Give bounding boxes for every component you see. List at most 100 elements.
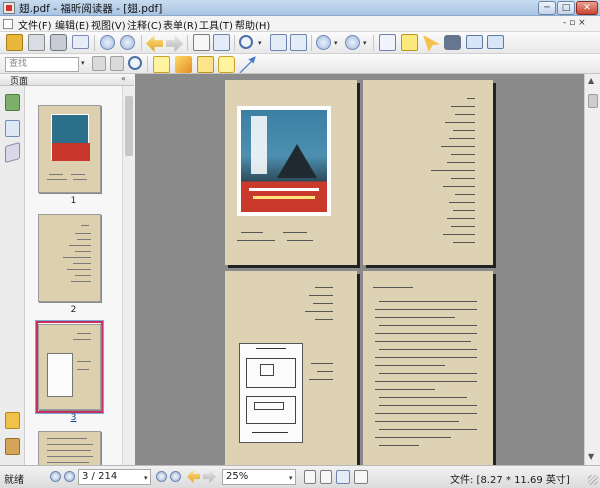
search-input[interactable]: 查找 [5, 57, 79, 72]
zoom-in-icon[interactable] [239, 35, 253, 49]
highlight-icon[interactable] [401, 34, 418, 51]
page-3[interactable] [225, 271, 357, 465]
prev-page-icon[interactable] [100, 35, 115, 50]
cover-frame [237, 106, 331, 216]
scrollbar-thumb[interactable] [588, 94, 598, 108]
status-bar: 就绪 3 / 214 ▾ 25% ▾ 文件: [8.27 * 11.69 英寸] [0, 465, 600, 488]
menu-help[interactable]: 帮助(H) [235, 17, 270, 32]
menu-view[interactable]: 视图(V) [91, 17, 126, 32]
pages-tab-icon[interactable] [5, 120, 20, 137]
toolbar-separator [311, 35, 312, 51]
edit-icon[interactable] [175, 56, 192, 73]
page-4[interactable] [363, 271, 493, 465]
page-dropdown[interactable]: ▾ [144, 474, 148, 482]
fit-page-icon[interactable] [290, 34, 307, 51]
continuous-facing-icon[interactable] [354, 470, 368, 484]
search-dropdown[interactable]: ▾ [81, 59, 85, 67]
forward-icon[interactable] [203, 470, 216, 483]
print-icon[interactable] [50, 34, 67, 51]
save-icon[interactable] [28, 34, 45, 51]
bookmark-tab-icon[interactable] [5, 94, 20, 111]
next-result-icon[interactable] [110, 56, 124, 71]
page-number-input[interactable]: 3 / 214 [78, 469, 151, 485]
email-icon[interactable] [72, 35, 89, 49]
prev-result-icon[interactable] [92, 56, 106, 71]
collapse-sidebar-button[interactable]: « [121, 74, 126, 83]
comments-tab-icon[interactable] [5, 412, 20, 429]
minimize-button[interactable]: ─ [538, 1, 556, 15]
back-icon[interactable] [187, 470, 200, 483]
menu-form[interactable]: 表单(R) [163, 17, 198, 32]
thumbnail-page-3[interactable] [38, 324, 101, 410]
attachments-tab-icon[interactable] [5, 438, 20, 455]
image-icon[interactable] [466, 35, 483, 49]
status-text: 就绪 [4, 475, 24, 486]
toolbar-separator [141, 35, 142, 51]
zoom-plus-icon[interactable] [345, 35, 360, 50]
resize-grip[interactable] [588, 475, 598, 485]
close-button[interactable]: ✕ [576, 1, 598, 15]
zoom-input[interactable]: 25% [222, 469, 296, 485]
continuous-icon[interactable] [320, 470, 332, 484]
first-page-icon[interactable] [50, 471, 61, 482]
page-2[interactable] [363, 80, 493, 265]
facing-icon[interactable] [336, 470, 350, 484]
page-1[interactable] [225, 80, 357, 265]
thumbnail-page-2[interactable] [38, 214, 101, 302]
thumbnail-page-4[interactable] [38, 431, 101, 465]
zoom-dropdown[interactable]: ▾ [289, 474, 293, 482]
document-icon [3, 19, 13, 29]
title-bar: 翅.pdf - 福昕阅读器 - [翅.pdf] ─ □ ✕ [0, 0, 600, 16]
scroll-down-icon[interactable]: ▼ [588, 452, 594, 461]
menu-file[interactable]: 文件(F) [18, 17, 52, 32]
scrollbar-thumb[interactable] [125, 96, 133, 156]
next-page-icon[interactable] [156, 471, 167, 482]
scroll-up-icon[interactable]: ▲ [588, 76, 594, 85]
attach-icon[interactable] [153, 56, 170, 73]
document-scrollbar[interactable]: ▲ ▼ [584, 74, 600, 465]
page-width-icon[interactable] [270, 34, 287, 51]
toolbar-separator [234, 35, 235, 51]
zoom-dropdown-arrow[interactable]: ▾ [258, 39, 262, 47]
prev-page-icon[interactable] [64, 471, 75, 482]
snapshot-icon[interactable] [213, 34, 230, 51]
toolbar-separator [373, 35, 374, 51]
zoom-plus-dropdown[interactable]: ▾ [363, 39, 367, 47]
open-icon[interactable] [6, 34, 23, 51]
document-window-controls[interactable]: - ▫ × [563, 18, 586, 28]
maximize-button[interactable]: □ [557, 1, 575, 15]
select-text-icon[interactable] [193, 34, 210, 51]
menu-tools[interactable]: 工具(T) [199, 17, 233, 32]
sidebar-tabs [0, 86, 25, 465]
advanced-search-icon[interactable] [128, 56, 142, 70]
zoom-out-icon[interactable] [316, 35, 331, 50]
back-icon[interactable] [146, 35, 163, 52]
menu-edit[interactable]: 编辑(E) [55, 17, 89, 32]
sidebar-header: 页面 « [0, 74, 134, 87]
single-page-icon[interactable] [304, 470, 316, 484]
zoom-out-dropdown[interactable]: ▾ [334, 39, 338, 47]
menu-bar: 文件(F) 编辑(E) 视图(V) 注释(C) 表单(R) 工具(T) 帮助(H… [0, 16, 600, 32]
image-icon[interactable] [487, 35, 504, 49]
layers-tab-icon[interactable] [5, 141, 20, 164]
typewriter-icon[interactable] [197, 56, 214, 73]
hand-icon[interactable] [379, 34, 396, 51]
document-viewport[interactable] [135, 74, 584, 465]
thumbnail-number: 2 [70, 305, 77, 315]
forward-icon[interactable] [166, 35, 183, 52]
cover-image [241, 110, 327, 212]
menu-comment[interactable]: 注释(C) [127, 17, 162, 32]
find-icon[interactable] [444, 35, 461, 50]
thumbnail-number: 1 [70, 196, 77, 206]
note-icon[interactable] [218, 56, 235, 73]
next-page-icon[interactable] [120, 35, 135, 50]
thumbnail-page-1[interactable] [38, 105, 101, 193]
last-page-icon[interactable] [170, 471, 181, 482]
arrow-icon[interactable] [239, 56, 256, 73]
app-icon [3, 2, 15, 14]
thumbnail-list: 1 2 3 [25, 86, 122, 465]
cursor-icon[interactable] [423, 35, 440, 52]
toolbar-separator [147, 56, 148, 72]
toolbar-separator [187, 35, 188, 51]
thumbnail-scrollbar[interactable] [122, 86, 134, 465]
